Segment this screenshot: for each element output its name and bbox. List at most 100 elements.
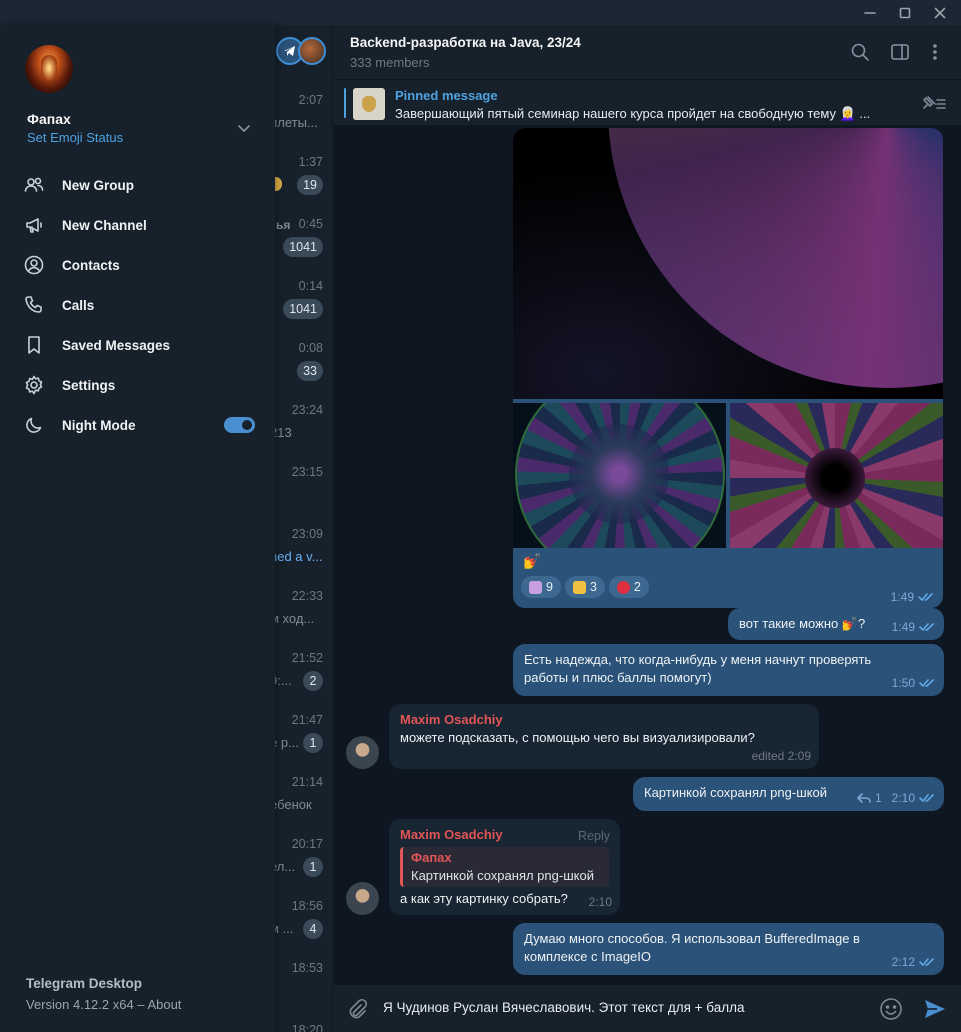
double-check-icon bbox=[918, 593, 933, 601]
menu-item-saved-messages[interactable]: Saved Messages bbox=[0, 325, 275, 365]
double-check-icon bbox=[919, 794, 934, 802]
message-meta: 1:49 bbox=[891, 590, 935, 604]
media-message[interactable]: 💅 9 3 2 1:49 bbox=[513, 128, 943, 608]
unread-badge: 4 bbox=[303, 919, 323, 939]
chat-preview: ned a v... bbox=[270, 549, 323, 564]
emoji-icon[interactable] bbox=[879, 997, 903, 1021]
menu-item-new-group[interactable]: New Group bbox=[0, 165, 275, 205]
title-bar bbox=[0, 0, 961, 25]
close-icon[interactable] bbox=[923, 2, 957, 23]
unread-badge: 1 bbox=[303, 857, 323, 877]
message-text: можете подсказать, с помощью чего вы виз… bbox=[400, 730, 755, 745]
message-time: 1:49 bbox=[890, 590, 914, 604]
chevron-down-icon[interactable] bbox=[236, 120, 252, 136]
media-caption: 💅 bbox=[523, 553, 542, 570]
image-mandala[interactable] bbox=[513, 403, 726, 548]
avatar[interactable] bbox=[346, 882, 379, 915]
avatar[interactable] bbox=[25, 45, 73, 93]
user-name: Фапах bbox=[27, 111, 71, 127]
menu-item-night-mode[interactable]: Night Mode bbox=[0, 405, 275, 445]
reaction-count: 9 bbox=[546, 580, 553, 594]
chat-time: 23:15 bbox=[291, 465, 323, 479]
avatar[interactable] bbox=[346, 736, 379, 769]
menu-item-new-channel[interactable]: New Channel bbox=[0, 205, 275, 245]
menu-label: New Channel bbox=[62, 217, 147, 233]
menu-item-settings[interactable]: Settings bbox=[0, 365, 275, 405]
unread-badge: 1 bbox=[303, 733, 323, 753]
unread-badge: 2 bbox=[303, 671, 323, 691]
pinned-message-bar[interactable]: Pinned message Завершающий пятый семинар… bbox=[334, 79, 961, 125]
reaction-nail-polish[interactable]: 9 bbox=[521, 576, 561, 598]
image-sphere[interactable] bbox=[513, 128, 943, 399]
more-vertical-icon[interactable] bbox=[925, 42, 945, 62]
message-bubble-incoming[interactable]: Maxim Osadchiy можете подсказать, с помо… bbox=[389, 704, 819, 769]
about-link[interactable]: About bbox=[147, 997, 181, 1012]
message-text: Картинкой сохранял png-шкой bbox=[644, 785, 827, 800]
double-check-icon bbox=[919, 679, 934, 687]
message-meta: 2:10 bbox=[589, 893, 612, 911]
chat-time: 18:53 bbox=[291, 961, 323, 975]
chat-header[interactable]: Backend-разработка на Java, 23/24 333 me… bbox=[334, 25, 961, 79]
chat-time: 18:56 bbox=[291, 899, 323, 913]
message-bubble-outgoing[interactable]: Картинкой сохранял png-шкой 1 2:10 bbox=[633, 777, 944, 811]
pin-list-icon[interactable] bbox=[920, 94, 946, 112]
chat-time: 21:52 bbox=[291, 651, 323, 665]
message-time: 2:10 bbox=[891, 791, 915, 805]
pinned-indicator bbox=[344, 88, 346, 118]
chat-time: 0:45 bbox=[298, 217, 323, 231]
pinned-text: Завершающий пятый семинар нашего курса п… bbox=[395, 106, 871, 121]
image-swirl[interactable] bbox=[730, 403, 943, 548]
drawer-menu: New Group New Channel Contacts Calls Sav… bbox=[0, 165, 275, 445]
reaction-heart[interactable]: 2 bbox=[608, 576, 649, 598]
message-meta: edited 2:09 bbox=[752, 747, 811, 765]
reaction-count: 3 bbox=[589, 580, 597, 594]
unread-badge: 1041 bbox=[283, 237, 323, 257]
minimize-icon[interactable] bbox=[853, 2, 887, 23]
message-bubble-outgoing[interactable]: Есть надежда, что когда-нибудь у меня на… bbox=[513, 644, 944, 696]
message-text: вот такие можно 💅? bbox=[739, 616, 866, 631]
message-bubble-outgoing[interactable]: Думаю много способов. Я использовал Buff… bbox=[513, 923, 944, 975]
message-bubble-outgoing[interactable]: вот такие можно 💅? 1:49 bbox=[728, 608, 944, 640]
reply-icon bbox=[857, 793, 871, 803]
night-mode-toggle[interactable] bbox=[224, 417, 255, 433]
thumbs-up-icon bbox=[572, 580, 586, 594]
paperclip-icon[interactable] bbox=[346, 998, 368, 1020]
message-time: edited 2:09 bbox=[751, 749, 811, 763]
sender-name[interactable]: Maxim Osadchiy bbox=[400, 711, 808, 729]
phone-icon bbox=[24, 295, 44, 315]
message-text: Думаю много способов. Я использовал Buff… bbox=[524, 931, 860, 964]
story-user[interactable] bbox=[298, 37, 326, 65]
unread-badge: 19 bbox=[297, 175, 323, 195]
reply-count[interactable]: 1 bbox=[875, 789, 882, 807]
message-time: 1:49 bbox=[891, 620, 915, 634]
reaction-thumbs-up[interactable]: 3 bbox=[564, 576, 605, 598]
app-name: Telegram Desktop bbox=[26, 976, 143, 991]
sidebar-toggle-icon[interactable] bbox=[890, 42, 910, 62]
message-composer: Я Чудинов Руслан Вячеславович. Этот текс… bbox=[334, 985, 961, 1032]
menu-item-contacts[interactable]: Contacts bbox=[0, 245, 275, 285]
chat-name-fragment: ья bbox=[276, 218, 291, 232]
menu-label: Night Mode bbox=[62, 417, 136, 433]
chat-time: 23:09 bbox=[291, 527, 323, 541]
pinned-title: Pinned message bbox=[395, 88, 498, 103]
quote-name: Фапах bbox=[411, 850, 452, 865]
message-bubble-incoming[interactable]: Maxim Osadchiy Reply Фапах Картинкой сох… bbox=[389, 819, 620, 915]
menu-label: Settings bbox=[62, 377, 116, 393]
maximize-icon[interactable] bbox=[888, 2, 922, 23]
message-input[interactable]: Я Чудинов Руслан Вячеславович. Этот текс… bbox=[383, 1000, 744, 1015]
reply-button[interactable]: Reply bbox=[578, 827, 610, 845]
set-emoji-status-link[interactable]: Set Emoji Status bbox=[27, 130, 123, 145]
send-icon[interactable] bbox=[923, 997, 947, 1021]
reply-quote[interactable]: Фапах Картинкой сохранял png-шкой bbox=[400, 847, 609, 887]
stories-bar[interactable] bbox=[276, 37, 326, 65]
search-icon[interactable] bbox=[850, 42, 870, 62]
menu-item-calls[interactable]: Calls bbox=[0, 285, 275, 325]
menu-label: Calls bbox=[62, 297, 95, 313]
version-text: Version 4.12.2 x64 – About bbox=[26, 997, 181, 1012]
side-drawer: Фапах Set Emoji Status New Group New Cha… bbox=[0, 25, 275, 1032]
menu-label: Contacts bbox=[62, 257, 120, 273]
pinned-thumbnail bbox=[353, 88, 385, 120]
double-check-icon bbox=[919, 958, 934, 966]
message-meta: 1:50 bbox=[892, 674, 936, 692]
chat-time: 20:17 bbox=[291, 837, 323, 851]
